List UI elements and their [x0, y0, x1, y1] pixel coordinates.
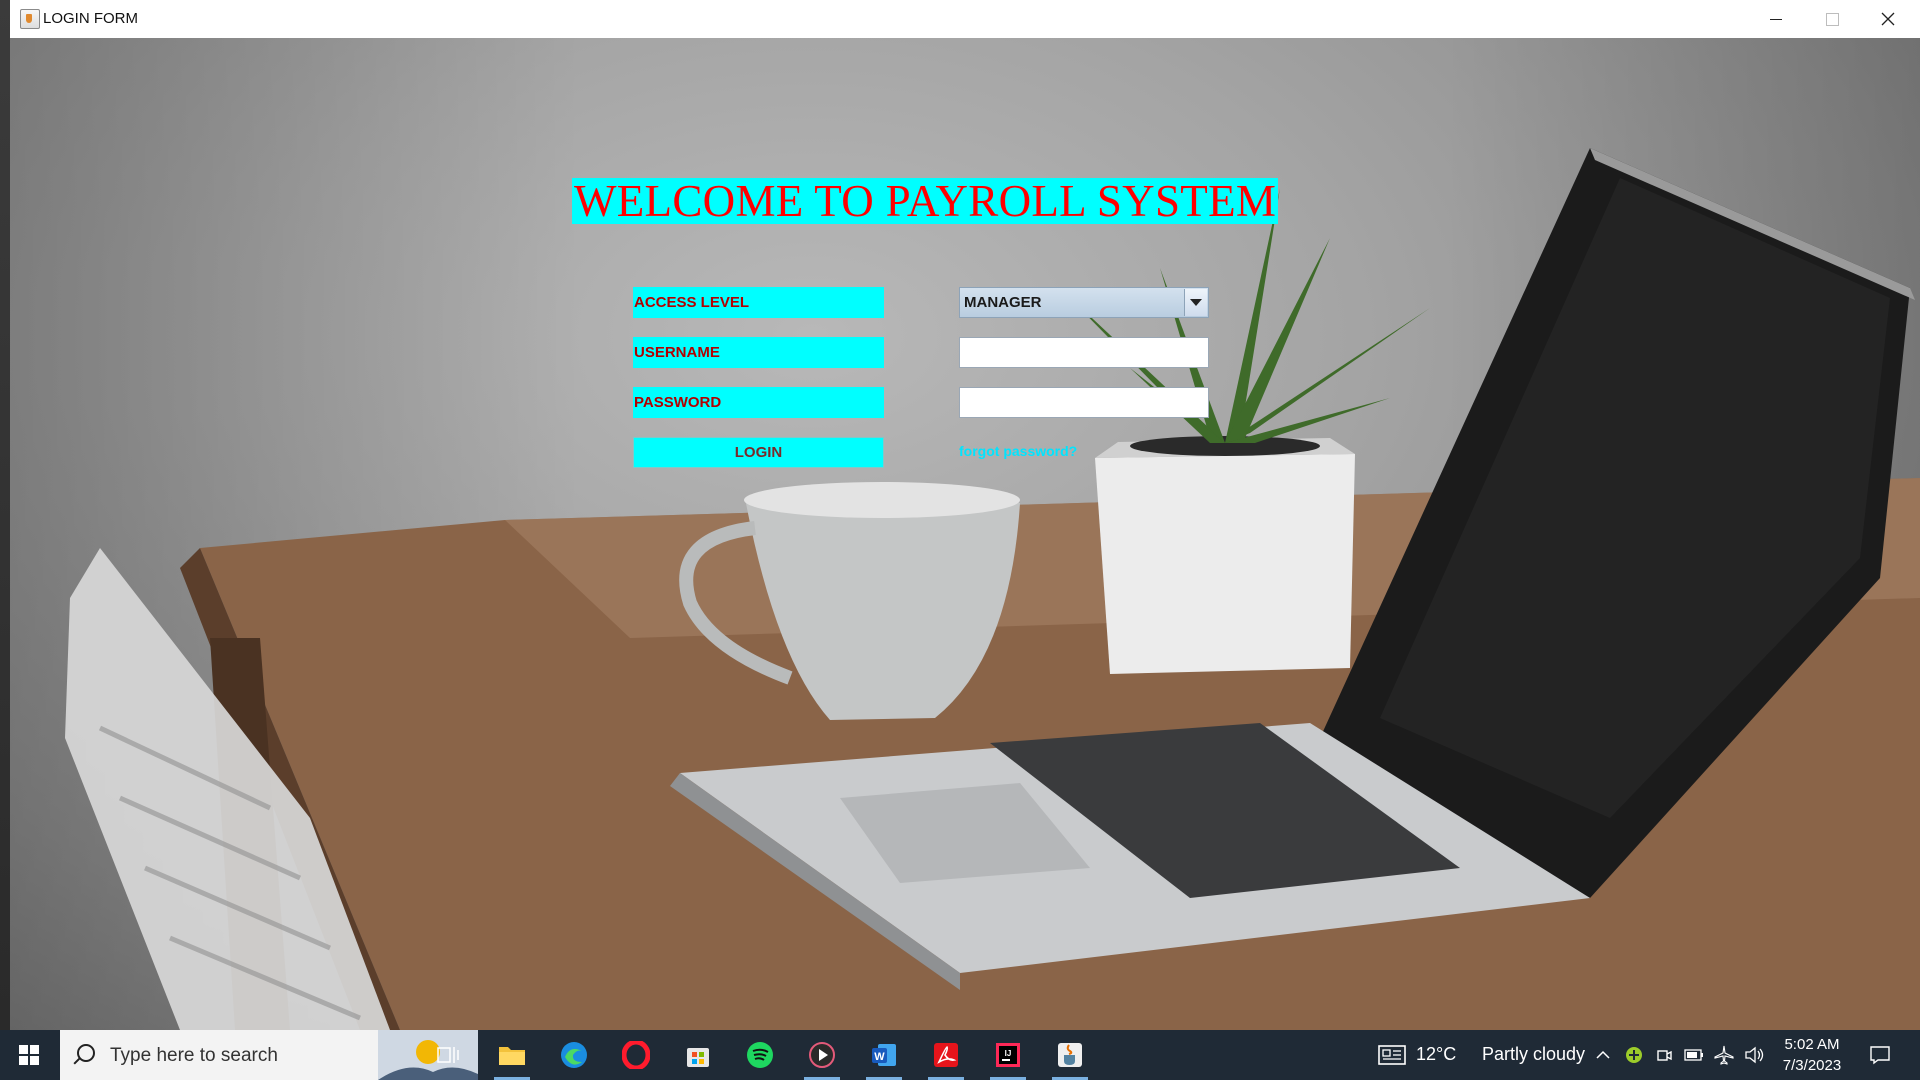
java-app-icon — [20, 9, 40, 29]
title-bar[interactable]: LOGIN FORM — [10, 0, 1920, 39]
java-cup-icon — [1058, 1043, 1082, 1067]
microsoft-store-button[interactable] — [674, 1030, 722, 1080]
intellij-button[interactable]: IJ — [984, 1030, 1032, 1080]
access-level-value: MANAGER — [964, 294, 1042, 311]
username-label: USERNAME — [633, 337, 884, 368]
task-view-icon — [437, 1047, 459, 1063]
taskbar-search[interactable]: Type here to search — [60, 1030, 478, 1080]
airplane-mode-button[interactable] — [1710, 1030, 1738, 1080]
battery-button[interactable] — [1680, 1030, 1708, 1080]
password-input[interactable] — [960, 388, 1208, 417]
taskbar: Type here to search W IJ 12°C Partly clo… — [0, 1030, 1920, 1080]
media-player-button[interactable] — [798, 1030, 846, 1080]
folder-icon — [499, 1047, 525, 1065]
window-title: LOGIN FORM — [43, 10, 139, 27]
task-view-button[interactable] — [424, 1030, 472, 1080]
clock-date: 7/3/2023 — [1782, 1057, 1842, 1074]
speaker-icon — [1745, 1046, 1764, 1064]
media-player-icon — [809, 1042, 835, 1068]
plant-soil — [1130, 436, 1320, 456]
edge-button[interactable] — [550, 1030, 598, 1080]
meet-now-button[interactable] — [1650, 1030, 1678, 1080]
store-icon — [687, 1048, 709, 1067]
meet-now-icon — [1657, 1050, 1672, 1061]
password-field[interactable] — [959, 387, 1209, 418]
minimize-button[interactable] — [1748, 0, 1804, 38]
password-label: PASSWORD — [633, 387, 884, 418]
access-level-label: ACCESS LEVEL — [633, 287, 884, 318]
show-hidden-icons-button[interactable] — [1590, 1030, 1616, 1080]
taskbar-clock[interactable]: 5:02 AM 7/3/2023 — [1774, 1034, 1850, 1076]
access-level-dropdown[interactable]: MANAGER — [959, 287, 1209, 318]
spotify-icon — [747, 1042, 773, 1068]
close-icon — [1881, 12, 1895, 26]
forgot-password-link[interactable]: forgot password? — [959, 443, 1077, 459]
username-field[interactable] — [959, 337, 1209, 368]
battery-icon — [1684, 1049, 1703, 1061]
weather-temperature[interactable]: 12°C — [1416, 1044, 1456, 1065]
screen: LOGIN FORM WELCOME TO PAYROLL SYSTEM ACC… — [0, 0, 1920, 1080]
notification-icon — [1870, 1046, 1890, 1065]
acrobat-pdf-icon — [934, 1043, 958, 1067]
minimize-icon — [1770, 18, 1782, 20]
opera-icon — [622, 1041, 650, 1069]
file-explorer-button[interactable] — [488, 1030, 536, 1080]
svg-text:IJ: IJ — [1005, 1049, 1012, 1058]
java-app-button[interactable] — [1046, 1030, 1094, 1080]
maximize-button[interactable] — [1804, 0, 1860, 38]
start-button[interactable] — [0, 1030, 58, 1080]
intellij-icon: IJ — [996, 1043, 1020, 1067]
news-weather-button[interactable] — [1372, 1030, 1412, 1080]
login-window: LOGIN FORM WELCOME TO PAYROLL SYSTEM ACC… — [10, 0, 1920, 1030]
background-photo: WELCOME TO PAYROLL SYSTEM ACCESS LEVEL U… — [10, 38, 1920, 1030]
word-button[interactable]: W — [860, 1030, 908, 1080]
clock-time: 5:02 AM — [1784, 1036, 1840, 1053]
edge-browser-icon — [561, 1042, 587, 1068]
coffee-cup-rim — [744, 482, 1020, 518]
spotify-button[interactable] — [736, 1030, 784, 1080]
volume-button[interactable] — [1740, 1030, 1768, 1080]
notifications-button[interactable] — [1862, 1030, 1898, 1080]
green-tray-app-icon — [1626, 1047, 1642, 1063]
windows-logo-icon — [19, 1045, 39, 1065]
search-placeholder: Type here to search — [110, 1045, 278, 1066]
news-icon — [1378, 1045, 1406, 1065]
username-input[interactable] — [960, 338, 1208, 367]
weather-description[interactable]: Partly cloudy — [1482, 1044, 1585, 1065]
search-icon — [77, 1044, 95, 1062]
plant-pot — [1095, 454, 1355, 674]
chevron-up-icon — [1596, 1050, 1610, 1059]
welcome-heading: WELCOME TO PAYROLL SYSTEM — [572, 176, 1279, 226]
login-button[interactable]: LOGIN — [633, 437, 884, 468]
maximize-icon — [1825, 12, 1839, 26]
word-icon: W — [872, 1044, 896, 1066]
dropdown-arrow-button[interactable] — [1184, 289, 1207, 316]
airplane-icon — [1714, 1045, 1734, 1065]
close-button[interactable] — [1860, 0, 1916, 38]
tray-app-button[interactable] — [1620, 1030, 1648, 1080]
acrobat-button[interactable] — [922, 1030, 970, 1080]
svg-text:W: W — [874, 1051, 885, 1063]
desktop-background — [0, 0, 10, 1030]
chevron-down-icon — [1190, 299, 1202, 306]
opera-button[interactable] — [612, 1030, 660, 1080]
